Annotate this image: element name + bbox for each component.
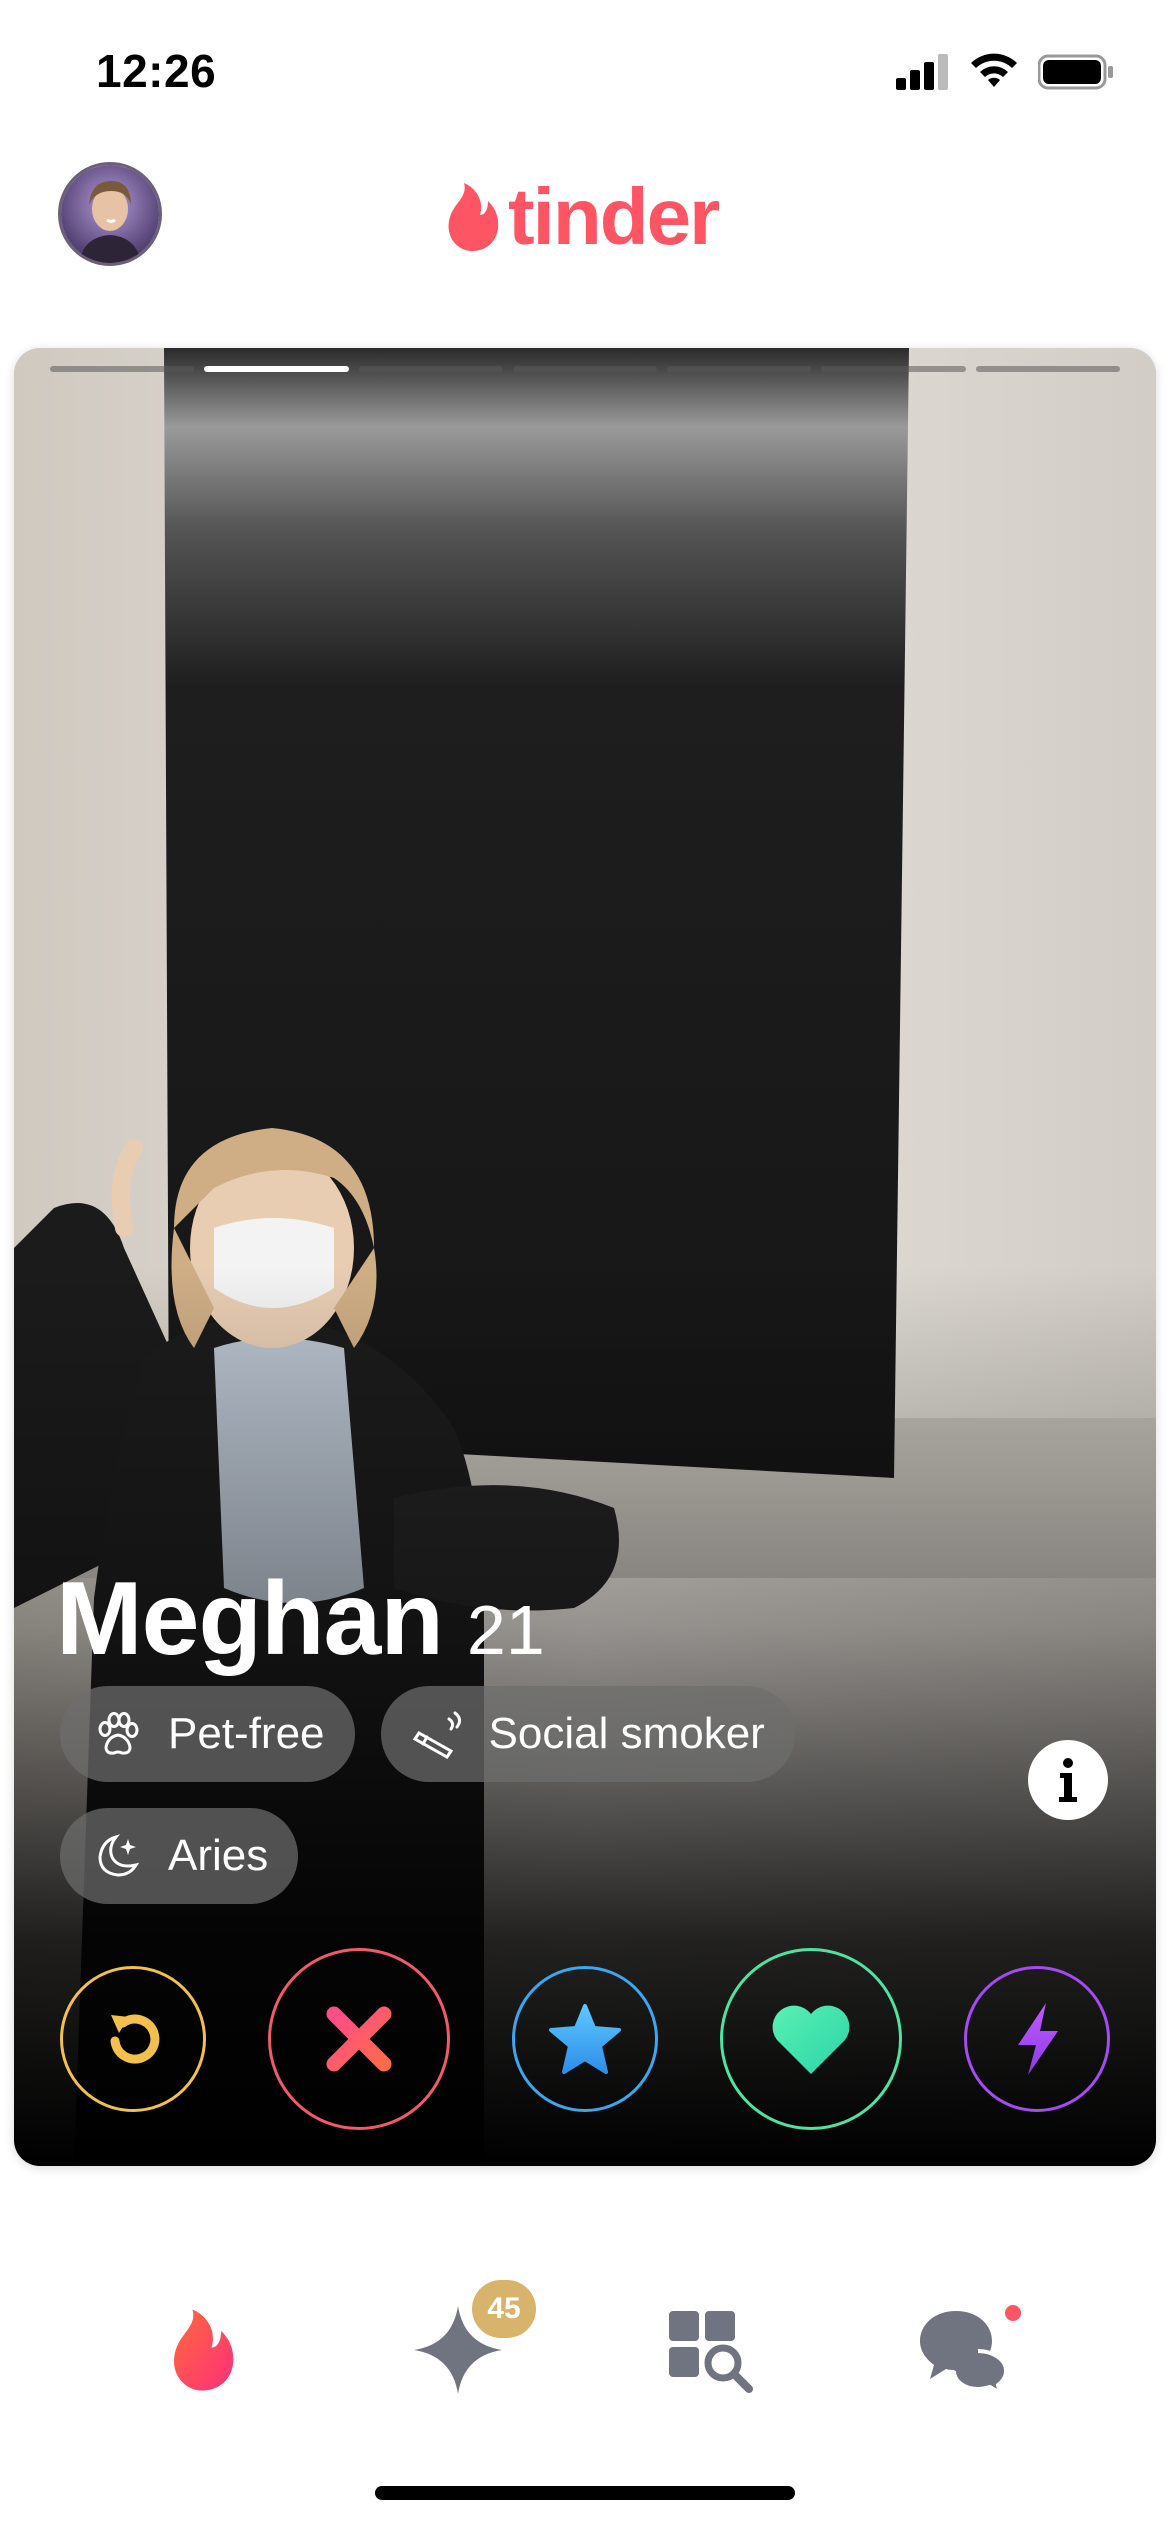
heart-icon (772, 2005, 850, 2074)
progress-segment (50, 366, 195, 372)
boost-button[interactable] (964, 1966, 1110, 2112)
tinder-logo: tinder (444, 172, 720, 262)
lightning-icon (1018, 2003, 1058, 2075)
status-icons (896, 52, 1114, 92)
progress-segment (667, 366, 812, 372)
cigarette-icon (412, 1711, 461, 1759)
profile-card[interactable]: Meghan 21 Pet-free Social smoker Aries (14, 348, 1156, 2166)
profile-avatar[interactable] (58, 162, 162, 266)
explore-icon (669, 2311, 753, 2393)
rewind-button[interactable] (60, 1966, 206, 2112)
chip-zodiac: Aries (60, 1808, 299, 1904)
chip-label: Social smoker (488, 1709, 765, 1758)
like-button[interactable] (720, 1948, 902, 2130)
profile-age: 21 (466, 1591, 545, 1669)
likes-count-badge: 45 (472, 2280, 536, 2338)
profile-name: Meghan (56, 1561, 444, 1677)
rewind-icon (110, 2014, 160, 2064)
nope-button[interactable] (268, 1948, 450, 2130)
progress-segment (821, 366, 966, 372)
chip-pets: Pet-free (60, 1686, 355, 1782)
bottom-nav (0, 2280, 1170, 2430)
chip-smoking: Social smoker (380, 1686, 795, 1782)
moon-icon (98, 1834, 140, 1877)
chip-label: Aries (168, 1831, 269, 1880)
paw-icon (98, 1712, 139, 1755)
info-button[interactable] (1028, 1740, 1108, 1820)
info-icon (1059, 1758, 1077, 1802)
wifi-icon (971, 53, 1017, 87)
profile-chips: Pet-free Social smoker Aries (60, 1686, 960, 1904)
action-bar (14, 1948, 1156, 2130)
nav-explore[interactable] (640, 2280, 780, 2420)
flame-icon (174, 2309, 234, 2391)
progress-segment-active (204, 366, 349, 372)
flame-logo-icon (448, 183, 499, 251)
progress-segment (512, 366, 658, 372)
chat-icon (920, 2311, 1009, 2393)
battery-icon (1038, 54, 1113, 90)
signal-icon (896, 54, 948, 90)
profile-name-row: Meghan 21 (56, 1560, 545, 1679)
star-icon (549, 2004, 621, 2074)
chip-label: Pet-free (168, 1709, 325, 1758)
super-like-button[interactable] (512, 1966, 658, 2112)
progress-segment (975, 366, 1120, 372)
status-time: 12:26 (96, 45, 217, 97)
avatar-image (61, 165, 159, 263)
logo-text: tinder (508, 172, 720, 261)
progress-segment (358, 366, 503, 372)
nav-home[interactable] (132, 2280, 272, 2420)
chat-notification-dot (1005, 2305, 1021, 2321)
nav-chat[interactable] (894, 2280, 1034, 2420)
close-icon (326, 2006, 392, 2072)
home-indicator[interactable] (375, 2486, 795, 2500)
photo-progress (50, 366, 1120, 372)
